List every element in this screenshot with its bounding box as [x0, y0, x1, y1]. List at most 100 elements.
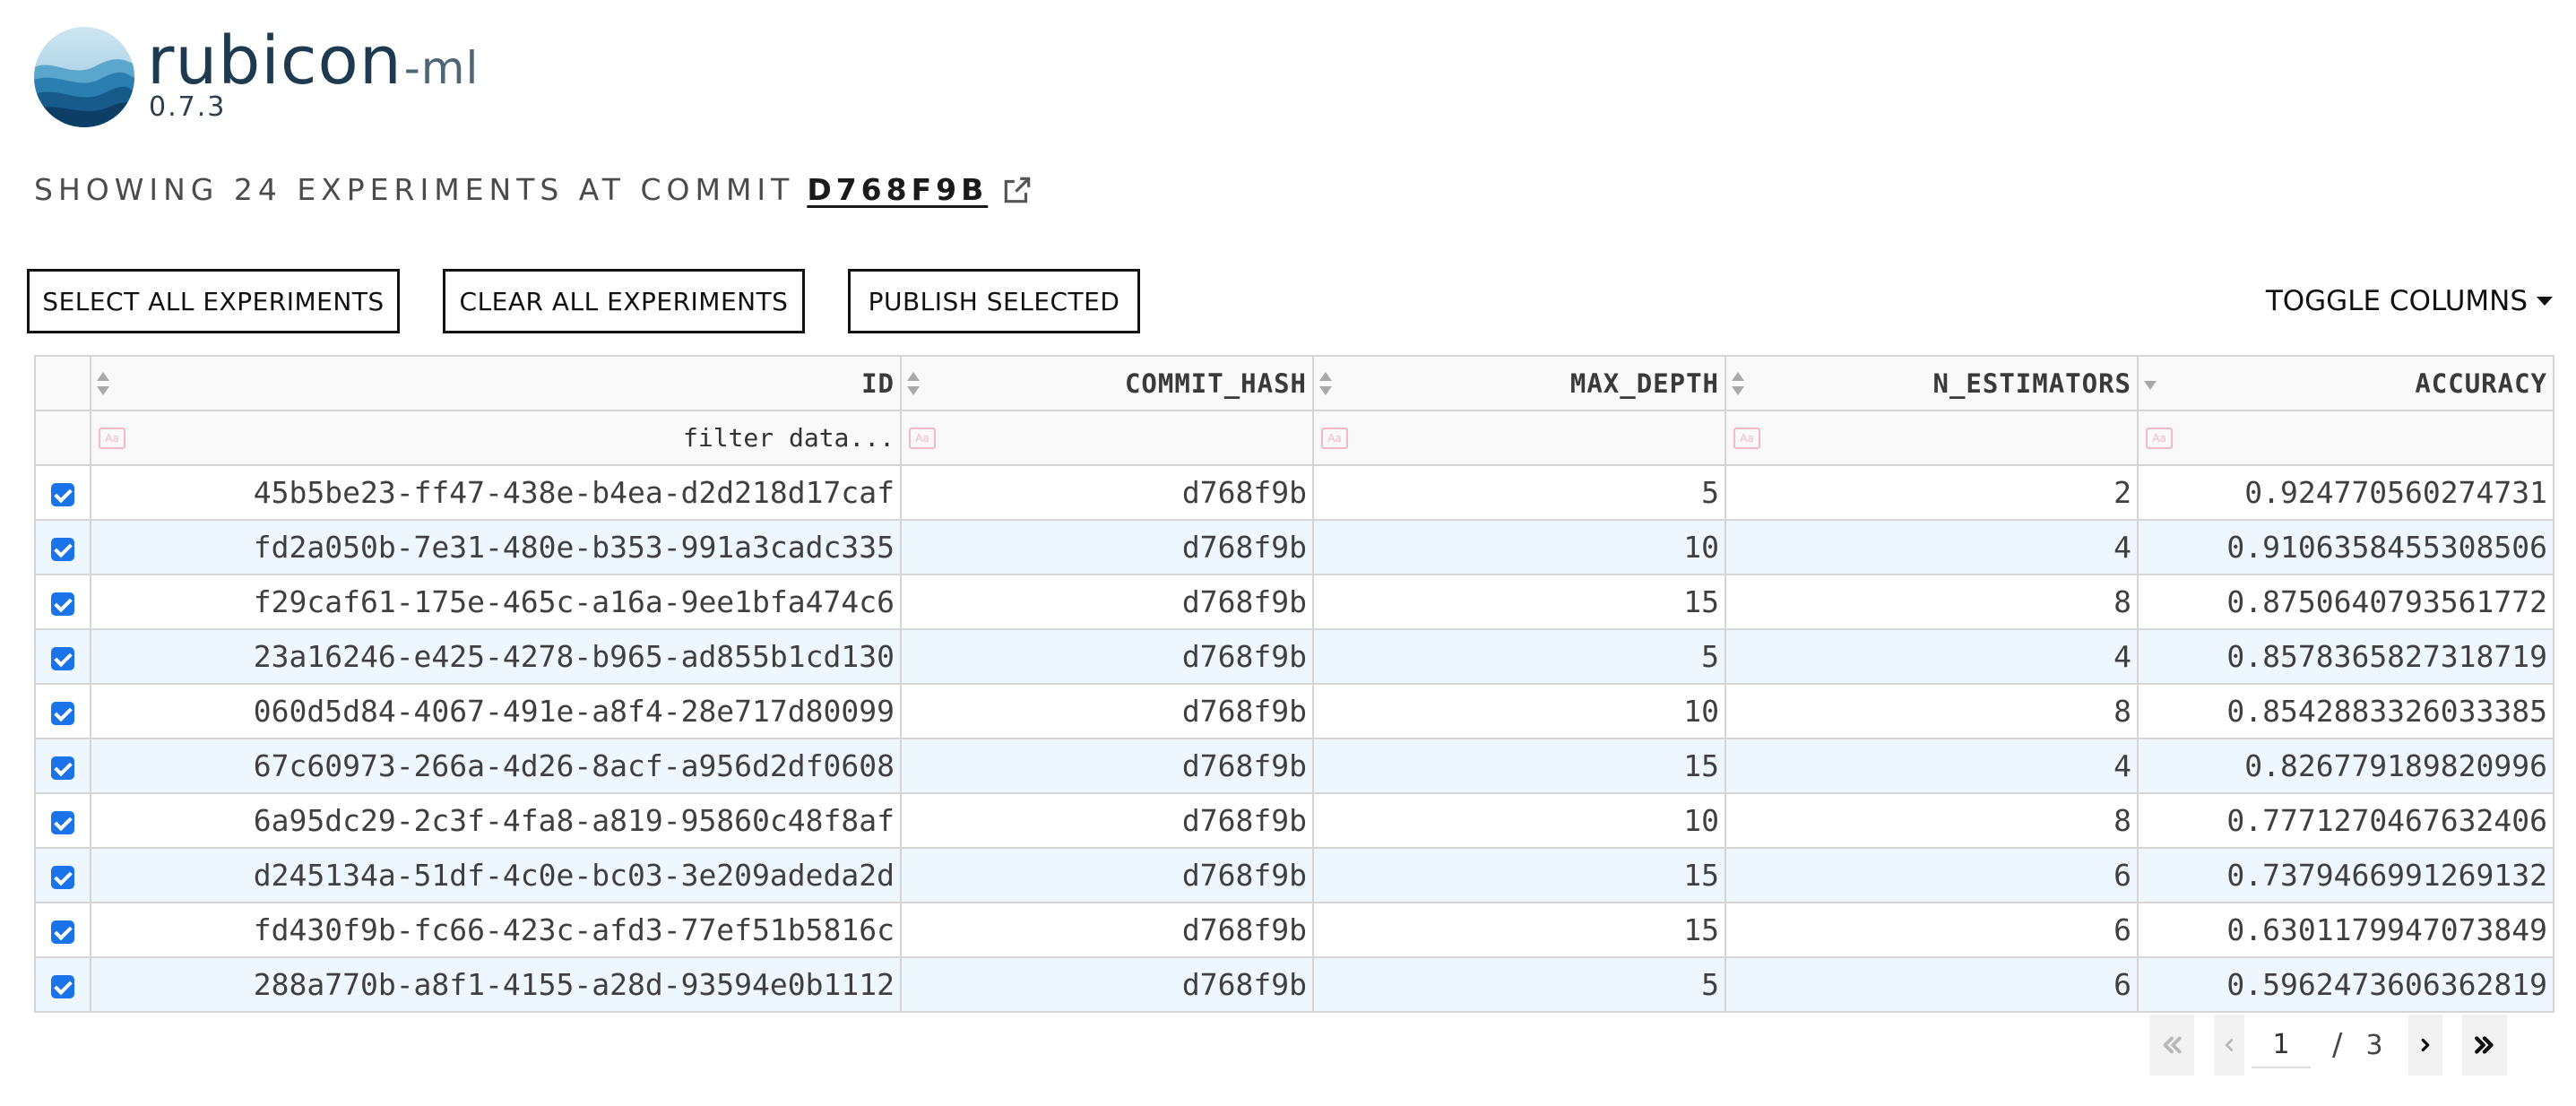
sort-icon[interactable] [1319, 371, 1332, 395]
table-row[interactable]: fd430f9b-fc66-423c-afd3-77ef51b5816c d76… [34, 902, 2554, 958]
experiments-table-body: 45b5be23-ff47-438e-b4ea-d2d218d17caf d76… [34, 464, 2554, 1013]
table-row[interactable]: 060d5d84-4067-491e-a8f4-28e717d80099 d76… [34, 683, 2554, 739]
double-chevron-left-icon [2163, 1036, 2182, 1054]
match-case-icon[interactable]: Aa [909, 427, 936, 449]
match-case-icon[interactable]: Aa [1733, 427, 1760, 449]
row-select-cell[interactable] [34, 956, 91, 1013]
table-row[interactable]: f29caf61-175e-465c-a16a-9ee1bfa474c6 d76… [34, 574, 2554, 630]
row-select-cell[interactable] [34, 738, 91, 794]
column-header-accuracy[interactable]: ACCURACY [2137, 355, 2554, 411]
cell-id: f29caf61-175e-465c-a16a-9ee1bfa474c6 [90, 574, 902, 630]
table-row[interactable]: 23a16246-e425-4278-b965-ad855b1cd130 d76… [34, 628, 2554, 685]
row-select-cell[interactable] [34, 902, 91, 958]
table-row[interactable]: 45b5be23-ff47-438e-b4ea-d2d218d17caf d76… [34, 464, 2554, 521]
external-link-icon[interactable] [1000, 173, 1034, 207]
cell-max-depth: 10 [1312, 683, 1726, 739]
cell-accuracy: 0.7379466991269132 [2137, 847, 2554, 903]
filter-cell-n-estimators[interactable]: Aa [1725, 410, 2139, 466]
table-row[interactable]: d245134a-51df-4c0e-bc03-3e209adeda2d d76… [34, 847, 2554, 903]
row-checkbox[interactable] [51, 701, 74, 725]
row-select-cell[interactable] [34, 574, 91, 630]
column-header-label: MAX_DEPTH [1569, 367, 1719, 399]
rubicon-logo-icon [34, 27, 134, 127]
app-version: 0.7.3 [149, 91, 227, 123]
sort-descending-icon[interactable] [2144, 372, 2157, 395]
cell-max-depth: 5 [1312, 464, 1726, 521]
column-header-n-estimators[interactable]: N_ESTIMATORS [1725, 355, 2139, 411]
cell-commit-hash: d768f9b [900, 902, 1314, 958]
match-case-icon[interactable]: Aa [2146, 427, 2173, 449]
cell-n-estimators: 6 [1725, 902, 2139, 958]
headline-text: SHOWING 24 EXPERIMENTS AT COMMIT [34, 172, 795, 207]
column-header-id[interactable]: ID [90, 355, 902, 411]
cell-id: 67c60973-266a-4d26-8acf-a956d2df0608 [90, 738, 902, 794]
row-checkbox[interactable] [51, 810, 74, 834]
table-row[interactable]: 67c60973-266a-4d26-8acf-a956d2df0608 d76… [34, 738, 2554, 794]
row-checkbox[interactable] [51, 592, 74, 616]
cell-max-depth: 10 [1312, 792, 1726, 849]
cell-commit-hash: d768f9b [900, 574, 1314, 630]
row-select-cell[interactable] [34, 792, 91, 849]
last-page-button[interactable] [2461, 1015, 2507, 1076]
row-checkbox[interactable] [51, 482, 74, 506]
sort-icon[interactable] [1732, 371, 1744, 395]
cell-commit-hash: d768f9b [900, 683, 1314, 739]
match-case-icon[interactable]: Aa [99, 427, 125, 449]
first-page-button[interactable] [2149, 1015, 2194, 1076]
cell-id: fd2a050b-7e31-480e-b353-991a3cadc335 [90, 519, 902, 575]
cell-commit-hash: d768f9b [900, 628, 1314, 685]
filter-cell-max-depth[interactable]: Aa [1312, 410, 1726, 466]
cell-max-depth: 15 [1312, 902, 1726, 958]
table-row[interactable]: 6a95dc29-2c3f-4fa8-a819-95860c48f8af d76… [34, 792, 2554, 849]
row-select-cell[interactable] [34, 519, 91, 575]
experiments-table-wrapper: ID COMMIT_HASH MAX_DEPTH N_ESTIMATORS AC… [34, 355, 2554, 1013]
cell-id: 060d5d84-4067-491e-a8f4-28e717d80099 [90, 683, 902, 739]
column-header-label: COMMIT_HASH [1124, 367, 1307, 399]
cell-max-depth: 15 [1312, 574, 1726, 630]
double-chevron-right-icon [2474, 1036, 2494, 1054]
commit-link[interactable]: D768F9B [807, 172, 988, 207]
row-select-cell[interactable] [34, 847, 91, 903]
row-checkbox[interactable] [51, 646, 74, 670]
sort-icon[interactable] [97, 371, 109, 395]
header-select-cell [34, 355, 91, 411]
cell-id: 23a16246-e425-4278-b965-ad855b1cd130 [90, 628, 902, 685]
cell-accuracy: 0.8750640793561772 [2137, 574, 2554, 630]
select-all-experiments-button[interactable]: SELECT ALL EXPERIMENTS [27, 269, 400, 333]
row-checkbox[interactable] [51, 756, 74, 780]
cell-accuracy: 0.8578365827318719 [2137, 628, 2554, 685]
cell-accuracy: 0.924770560274731 [2137, 464, 2554, 521]
row-checkbox[interactable] [51, 865, 74, 889]
table-row[interactable]: fd2a050b-7e31-480e-b353-991a3cadc335 d76… [34, 519, 2554, 575]
filter-input-id[interactable]: filter data... [683, 423, 895, 453]
row-select-cell[interactable] [34, 464, 91, 521]
column-header-label: ID [861, 367, 895, 399]
filter-cell-id[interactable]: Aa filter data... [90, 410, 902, 466]
table-header-row: ID COMMIT_HASH MAX_DEPTH N_ESTIMATORS AC… [34, 355, 2554, 411]
column-header-max-depth[interactable]: MAX_DEPTH [1312, 355, 1726, 411]
current-page-input[interactable] [2252, 1022, 2311, 1068]
next-page-button[interactable] [2407, 1015, 2442, 1076]
filter-cell-commit-hash[interactable]: Aa [900, 410, 1314, 466]
column-header-commit-hash[interactable]: COMMIT_HASH [900, 355, 1314, 411]
previous-page-button[interactable] [2214, 1015, 2244, 1076]
publish-selected-button[interactable]: PUBLISH SELECTED [848, 269, 1140, 333]
cell-max-depth: 5 [1312, 628, 1726, 685]
sort-icon[interactable] [907, 371, 920, 395]
chevron-right-icon [2421, 1038, 2429, 1052]
filter-cell-accuracy[interactable]: Aa [2137, 410, 2554, 466]
row-checkbox[interactable] [51, 920, 74, 944]
row-select-cell[interactable] [34, 683, 91, 739]
cell-n-estimators: 6 [1725, 847, 2139, 903]
row-checkbox[interactable] [51, 537, 74, 561]
row-select-cell[interactable] [34, 628, 91, 685]
cell-accuracy: 0.6301179947073849 [2137, 902, 2554, 958]
cell-commit-hash: d768f9b [900, 464, 1314, 521]
match-case-icon[interactable]: Aa [1321, 427, 1348, 449]
table-row[interactable]: 288a770b-a8f1-4155-a28d-93594e0b1112 d76… [34, 956, 2554, 1013]
row-checkbox[interactable] [51, 974, 74, 998]
cell-accuracy: 0.8542883326033385 [2137, 683, 2554, 739]
toggle-columns-dropdown[interactable]: TOGGLE COLUMNS [2266, 285, 2553, 317]
clear-all-experiments-button[interactable]: CLEAR ALL EXPERIMENTS [443, 269, 805, 333]
cell-id: 6a95dc29-2c3f-4fa8-a819-95860c48f8af [90, 792, 902, 849]
